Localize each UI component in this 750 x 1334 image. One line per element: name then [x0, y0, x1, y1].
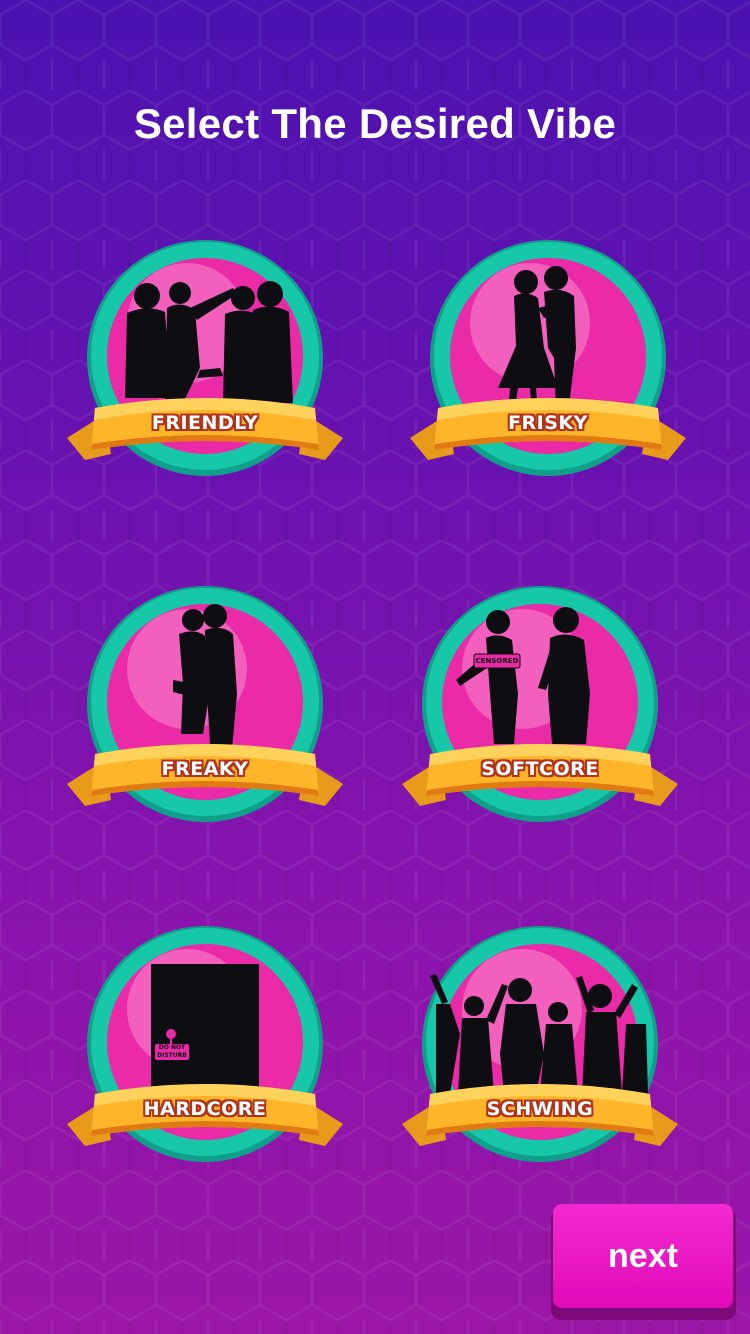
vibe-option-softcore[interactable]: SOFTCORE CENSORED: [390, 584, 690, 844]
closed-door-icon: [151, 964, 259, 1104]
vibe-option-hardcore[interactable]: HARDCORE DO NOT DISTURB: [55, 924, 355, 1184]
vibe-badge-graphic: [402, 926, 678, 1162]
vibe-option-schwing[interactable]: SCHWING: [390, 924, 690, 1184]
vibe-option-frisky[interactable]: FRISKY: [398, 238, 698, 498]
vibe-badge-graphic: [410, 240, 686, 476]
do-not-disturb-text: DO NOT DISTURB: [157, 1044, 187, 1059]
vibe-option-friendly[interactable]: FRIENDLY: [55, 238, 355, 498]
page-title: Select The Desired Vibe: [133, 100, 617, 147]
vibe-option-freaky[interactable]: FREAKY: [55, 584, 355, 844]
vibe-label: FRIENDLY: [151, 412, 259, 434]
vibe-label: SCHWING: [486, 1098, 594, 1120]
vibe-badge-graphic: [67, 240, 343, 476]
vibe-badge-graphic: [67, 586, 343, 822]
vibe-badge-graphic: [67, 926, 343, 1162]
vibe-label: FRISKY: [508, 412, 588, 434]
censored-sticker-text: CENSORED: [475, 657, 519, 665]
vibe-label: HARDCORE: [143, 1098, 267, 1120]
next-button[interactable]: next: [553, 1204, 733, 1308]
vibe-label: SOFTCORE: [481, 758, 599, 780]
vibe-badge-graphic: [402, 586, 678, 822]
vibe-label: FREAKY: [161, 758, 249, 780]
